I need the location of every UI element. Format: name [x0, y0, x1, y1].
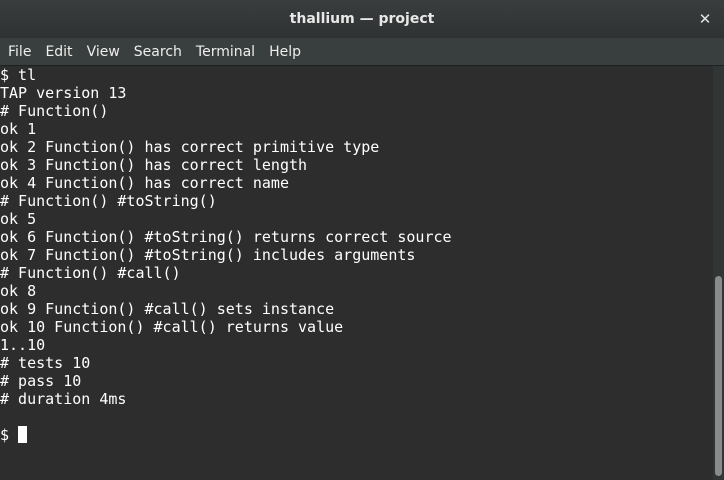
terminal-line: ok 7 Function() #toString() includes arg…: [0, 246, 416, 264]
vertical-scrollbar[interactable]: [713, 66, 724, 480]
terminal-line: 1..10: [0, 336, 46, 354]
prompt-line[interactable]: $: [0, 426, 713, 444]
scrollbar-thumb[interactable]: [715, 276, 722, 476]
terminal-line: $ tl: [0, 66, 37, 84]
terminal-line: ok 9 Function() #call() sets instance: [0, 300, 335, 318]
menu-file[interactable]: File: [1, 38, 38, 66]
terminal-line: TAP version 13: [0, 84, 127, 102]
menu-terminal[interactable]: Terminal: [189, 38, 262, 66]
text-cursor: [18, 426, 28, 443]
terminal-line: # Function() #call(): [0, 264, 181, 282]
menu-view[interactable]: View: [80, 38, 127, 66]
terminal-line: # pass 10: [0, 372, 82, 390]
close-icon[interactable]: ✕: [694, 8, 716, 30]
terminal-line: ok 2 Function() has correct primitive ty…: [0, 138, 380, 156]
terminal-line: # Function() #toString(): [0, 192, 217, 210]
terminal-line: ok 4 Function() has correct name: [0, 174, 289, 192]
terminal-line: ok 8: [0, 282, 37, 300]
terminal-line: # tests 10: [0, 354, 91, 372]
prompt-symbol: $: [0, 426, 10, 444]
title-bar: thallium — project ✕: [0, 0, 724, 38]
terminal-line: ok 5: [0, 210, 37, 228]
terminal-line: # duration 4ms: [0, 390, 127, 408]
menu-search[interactable]: Search: [127, 38, 189, 66]
terminal-line: # Function(): [0, 102, 109, 120]
menu-bar: File Edit View Search Terminal Help: [0, 38, 724, 66]
terminal-line: ok 1: [0, 120, 37, 138]
menu-edit[interactable]: Edit: [38, 38, 79, 66]
terminal-line: ok 3 Function() has correct length: [0, 156, 308, 174]
window-title: thallium — project: [289, 11, 435, 27]
terminal-output[interactable]: $ tl TAP version 13 # Function() ok 1 ok…: [0, 66, 713, 480]
terminal-line: ok 10 Function() #call() returns value: [0, 318, 344, 336]
menu-help[interactable]: Help: [262, 38, 308, 66]
terminal-line: ok 6 Function() #toString() returns corr…: [0, 228, 452, 246]
